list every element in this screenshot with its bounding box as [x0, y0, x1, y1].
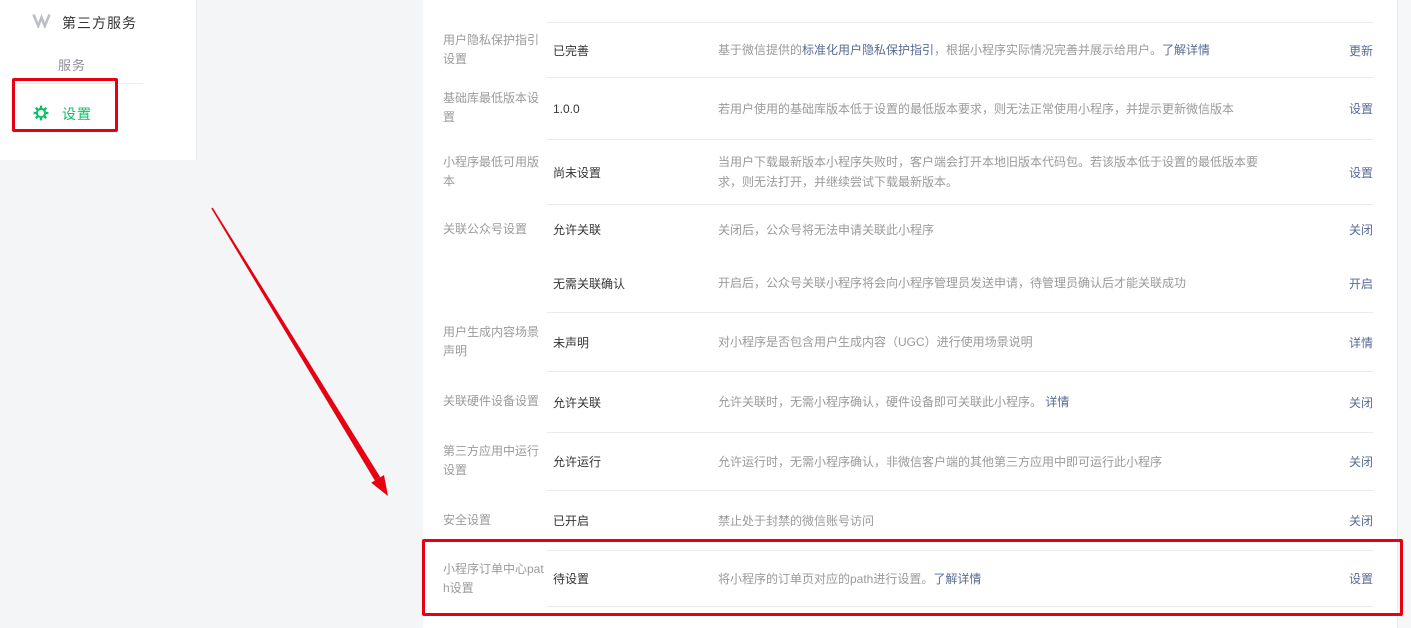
row-label: 用户隐私保护指引设置 [443, 22, 547, 77]
row-description: 基于微信提供的标准化用户隐私保护指引，根据小程序实际情况完善并展示给用户。了解详… [718, 40, 1210, 60]
row-content: 允许关联关闭后，公众号将无法申请关联此小程序 关闭 [547, 204, 1373, 254]
description-text: 基于微信提供的 [718, 43, 802, 57]
row-action-link[interactable]: 设置 [1349, 572, 1373, 586]
row-content: 无需关联确认开启后，公众号关联小程序将会向小程序管理员发送申请，待管理员确认后才… [547, 254, 1373, 312]
row-action: 关闭 [1349, 453, 1373, 470]
row-content: 允许关联允许关联时，无需小程序确认，硬件设备即可关联此小程序。 详情 关闭 [547, 371, 1373, 432]
row-description: 若用户使用的基础库版本低于设置的最低版本要求，则无法正常使用小程序，并提示更新微… [718, 99, 1234, 119]
row-description: 允许运行时，无需小程序确认，非微信客户端的其他第三方应用中即可运行此小程序 [718, 452, 1162, 472]
row-description: 对小程序是否包含用户生成内容（UGC）进行使用场景说明 [718, 332, 1033, 352]
table-row: 第三方应用中运行设置允许运行允许运行时，无需小程序确认，非微信客户端的其他第三方… [443, 432, 1373, 490]
row-content: 尚未设置当用户下载最新版本小程序失败时，客户端会打开本地旧版本代码包。若该版本低… [547, 139, 1373, 204]
row-description: 允许关联时，无需小程序确认，硬件设备即可关联此小程序。 详情 [718, 392, 1069, 412]
row-label: 关联硬件设备设置 [443, 371, 547, 432]
inline-link[interactable]: 详情 [1045, 395, 1069, 409]
row-content: 1.0.0若用户使用的基础库版本低于设置的最低版本要求，则无法正常使用小程序，并… [547, 77, 1373, 139]
description-text: 禁止处于封禁的微信账号访问 [718, 514, 874, 528]
scrollbar-gutter[interactable] [1397, 0, 1411, 628]
row-label: 基础库最低版本设置 [443, 77, 547, 139]
inline-link[interactable]: 了解详情 [1162, 43, 1210, 57]
table-row: 关联公众号设置允许关联关闭后，公众号将无法申请关联此小程序 关闭 [443, 204, 1373, 254]
row-description: 当用户下载最新版本小程序失败时，客户端会打开本地旧版本代码包。若该版本低于设置的… [718, 152, 1278, 192]
inline-link[interactable]: 了解详情 [933, 572, 981, 586]
settings-panel: 用户隐私保护指引设置已完善基于微信提供的标准化用户隐私保护指引，根据小程序实际情… [423, 0, 1397, 628]
row-label: 第三方应用中运行设置 [443, 432, 547, 490]
row-action-link[interactable]: 关闭 [1349, 455, 1373, 469]
row-label: 安全设置 [443, 490, 547, 550]
row-value: 已开启 [547, 512, 718, 529]
row-value: 无需关联确认 [547, 275, 718, 292]
row-action-link[interactable]: 开启 [1349, 277, 1373, 291]
row-action: 关闭 [1349, 512, 1373, 529]
row-action-link[interactable]: 设置 [1349, 102, 1373, 116]
sidebar-divider [12, 83, 143, 84]
row-label [443, 254, 547, 312]
sidebar-item-settings[interactable]: 设置 [33, 104, 196, 124]
row-action-link[interactable]: 关闭 [1349, 223, 1373, 237]
row-description: 禁止处于封禁的微信账号访问 [718, 511, 874, 531]
row-content: 允许运行允许运行时，无需小程序确认，非微信客户端的其他第三方应用中即可运行此小程… [547, 432, 1373, 490]
table-row: 关联硬件设备设置允许关联允许关联时，无需小程序确认，硬件设备即可关联此小程序。 … [443, 371, 1373, 432]
row-action-link[interactable]: 更新 [1349, 44, 1373, 58]
table-row: 小程序最低可用版本尚未设置当用户下载最新版本小程序失败时，客户端会打开本地旧版本… [443, 139, 1373, 204]
row-content: 待设置将小程序的订单页对应的path进行设置。了解详情 设置 [547, 550, 1373, 607]
row-action: 关闭 [1349, 221, 1373, 238]
row-action: 更新 [1349, 42, 1373, 59]
sidebar-header: 第三方服务 [0, 0, 196, 33]
row-value: 尚未设置 [547, 164, 718, 181]
gear-icon [33, 105, 49, 124]
row-value: 已完善 [547, 42, 718, 59]
row-label: 关联公众号设置 [443, 204, 547, 254]
inline-link[interactable]: 标准化用户隐私保护指引 [802, 43, 934, 57]
row-action: 开启 [1349, 275, 1373, 292]
description-text: 允许运行时，无需小程序确认，非微信客户端的其他第三方应用中即可运行此小程序 [718, 455, 1162, 469]
description-text: 对小程序是否包含用户生成内容（UGC）进行使用场景说明 [718, 335, 1033, 349]
table-row: 用户隐私保护指引设置已完善基于微信提供的标准化用户隐私保护指引，根据小程序实际情… [443, 22, 1373, 77]
row-action: 设置 [1349, 570, 1373, 587]
row-action-link[interactable]: 关闭 [1349, 396, 1373, 410]
row-action: 设置 [1349, 164, 1373, 181]
description-text: ，根据小程序实际情况完善并展示给用户。 [934, 43, 1162, 57]
app-title: 第三方服务 [62, 13, 137, 33]
row-value: 允许关联 [547, 221, 718, 238]
third-party-platform-logo-icon [32, 13, 51, 33]
row-content: 未声明对小程序是否包含用户生成内容（UGC）进行使用场景说明 详情 [547, 312, 1373, 371]
row-label: 小程序订单中心path设置 [443, 550, 547, 607]
table-row: 无需关联确认开启后，公众号关联小程序将会向小程序管理员发送申请，待管理员确认后才… [443, 254, 1373, 312]
table-row: 安全设置已开启禁止处于封禁的微信账号访问 关闭 [443, 490, 1373, 550]
page: 第三方服务 服务 [0, 0, 1411, 628]
description-text: 将小程序的订单页对应的path进行设置。 [718, 572, 933, 586]
row-action: 设置 [1349, 100, 1373, 117]
row-content: 已开启禁止处于封禁的微信账号访问 关闭 [547, 490, 1373, 550]
table-row: 基础库最低版本设置1.0.0若用户使用的基础库版本低于设置的最低版本要求，则无法… [443, 77, 1373, 139]
row-action: 详情 [1349, 334, 1373, 351]
row-action-link[interactable]: 关闭 [1349, 514, 1373, 528]
description-text: 若用户使用的基础库版本低于设置的最低版本要求，则无法正常使用小程序，并提示更新微… [718, 102, 1234, 116]
row-value: 允许运行 [547, 453, 718, 470]
annotation-arrow [200, 198, 400, 508]
table-row: 小程序订单中心path设置待设置将小程序的订单页对应的path进行设置。了解详情… [443, 550, 1373, 607]
row-value: 1.0.0 [547, 102, 718, 116]
sidebar-section-label: 服务 [58, 55, 196, 74]
table-row: 用户生成内容场景声明未声明对小程序是否包含用户生成内容（UGC）进行使用场景说明… [443, 312, 1373, 371]
row-value: 允许关联 [547, 394, 718, 411]
sidebar: 第三方服务 服务 [0, 0, 197, 160]
row-action-link[interactable]: 详情 [1349, 336, 1373, 350]
sidebar-item-label: 设置 [62, 104, 92, 124]
row-label: 小程序最低可用版本 [443, 139, 547, 204]
row-value: 未声明 [547, 334, 718, 351]
settings-table: 用户隐私保护指引设置已完善基于微信提供的标准化用户隐私保护指引，根据小程序实际情… [423, 22, 1397, 607]
row-description: 关闭后，公众号将无法申请关联此小程序 [718, 220, 934, 240]
row-content: 已完善基于微信提供的标准化用户隐私保护指引，根据小程序实际情况完善并展示给用户。… [547, 22, 1373, 77]
row-description: 将小程序的订单页对应的path进行设置。了解详情 [718, 569, 981, 589]
row-label: 用户生成内容场景声明 [443, 312, 547, 371]
row-value: 待设置 [547, 570, 718, 587]
row-description: 开启后，公众号关联小程序将会向小程序管理员发送申请，待管理员确认后才能关联成功 [718, 273, 1186, 293]
row-action-link[interactable]: 设置 [1349, 166, 1373, 180]
row-action: 关闭 [1349, 394, 1373, 411]
description-text: 当用户下载最新版本小程序失败时，客户端会打开本地旧版本代码包。若该版本低于设置的… [718, 155, 1258, 189]
description-text: 允许关联时，无需小程序确认，硬件设备即可关联此小程序。 [718, 395, 1045, 409]
description-text: 开启后，公众号关联小程序将会向小程序管理员发送申请，待管理员确认后才能关联成功 [718, 276, 1186, 290]
description-text: 关闭后，公众号将无法申请关联此小程序 [718, 223, 934, 237]
